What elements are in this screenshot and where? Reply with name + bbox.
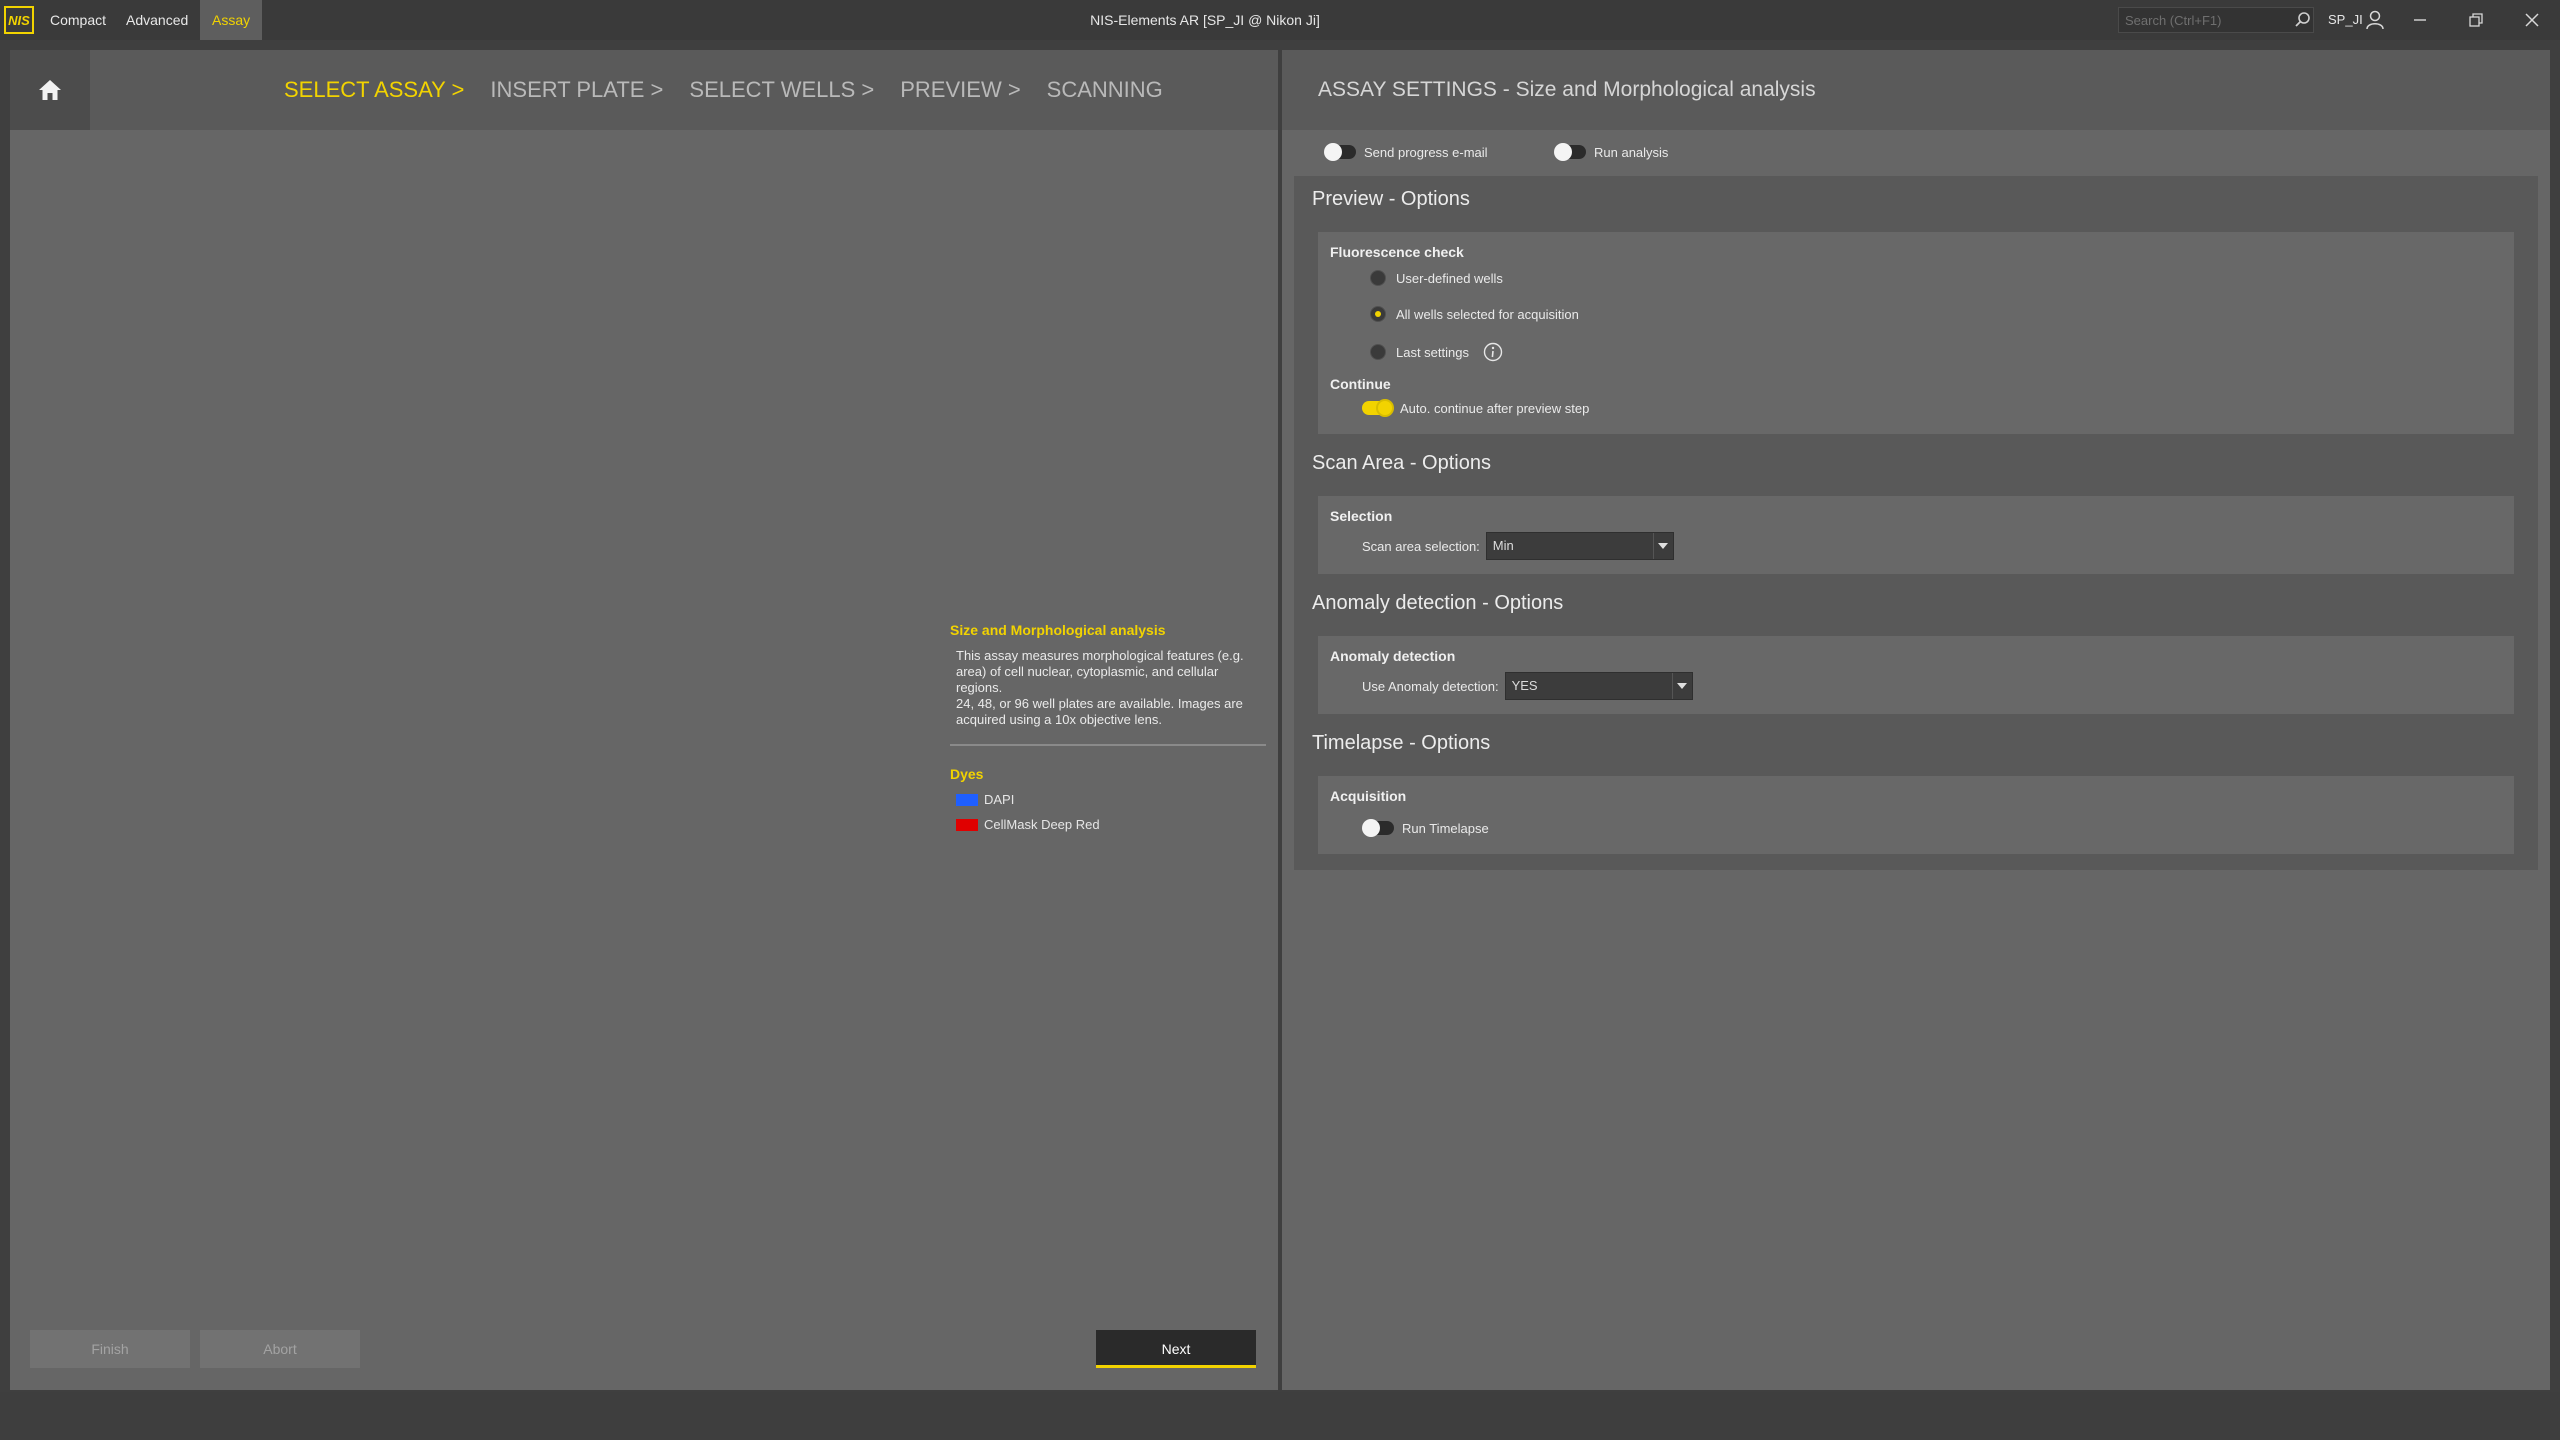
- scan-area-options-box: Selection Scan area selection: Min: [1318, 496, 2514, 574]
- dye-color-swatch: [956, 793, 978, 806]
- step-preview[interactable]: PREVIEW >: [900, 77, 1020, 103]
- scan-area-select[interactable]: Min: [1485, 532, 1674, 560]
- run-analysis-toggle[interactable]: [1554, 143, 1586, 161]
- radio-last-settings[interactable]: Last settings: [1370, 342, 1503, 362]
- dye-color-swatch: [956, 818, 978, 831]
- minimize-icon: [2414, 19, 2426, 21]
- options-container: Preview - Options Fluorescence check Use…: [1294, 176, 2538, 870]
- dyes-title: Dyes: [950, 766, 984, 782]
- dye-name: DAPI: [984, 792, 1015, 807]
- radio-button[interactable]: [1370, 306, 1386, 322]
- anomaly-select[interactable]: YES: [1504, 672, 1693, 700]
- run-analysis-label: Run analysis: [1594, 144, 1669, 160]
- run-timelapse-label: Run Timelapse: [1402, 820, 1489, 836]
- restore-button[interactable]: [2448, 0, 2504, 40]
- chevron-down-icon[interactable]: [1671, 673, 1692, 699]
- step-select-assay[interactable]: SELECT ASSAY >: [284, 77, 464, 103]
- anomaly-options-title: Anomaly detection - Options: [1312, 592, 1564, 614]
- anomaly-field: Use Anomaly detection: YES: [1362, 672, 1693, 700]
- fluorescence-check-title: Fluorescence check: [1330, 244, 1464, 260]
- preview-options-box: Fluorescence check User-defined wells Al…: [1318, 232, 2514, 434]
- scan-area-options-title: Scan Area - Options: [1312, 452, 1491, 474]
- step-select-wells[interactable]: SELECT WELLS >: [689, 77, 874, 103]
- user-name: SP_JI: [2328, 12, 2363, 27]
- abort-button[interactable]: Abort: [200, 1330, 360, 1368]
- anomaly-detection-title: Anomaly detection: [1330, 648, 1456, 664]
- title-bar: NIS Compact Advanced Assay NIS-Elements …: [0, 0, 2560, 40]
- restore-icon: [2469, 13, 2483, 27]
- continue-title: Continue: [1330, 376, 1391, 392]
- window-title: NIS-Elements AR [SP_JI @ Nikon Ji]: [1090, 12, 1320, 28]
- timelapse-options-box: Acquisition Run Timelapse: [1318, 776, 2514, 854]
- radio-label: Last settings: [1396, 344, 1469, 360]
- close-button[interactable]: [2504, 0, 2560, 40]
- anomaly-value: YES: [1511, 678, 1538, 693]
- assay-info: Size and Morphological analysis This ass…: [950, 622, 1266, 832]
- scan-area-value: Min: [1492, 538, 1514, 553]
- divider: [950, 744, 1266, 746]
- chevron-down-icon[interactable]: [1652, 533, 1673, 559]
- assay-selection-panel: SELECT ASSAY > INSERT PLATE > SELECT WEL…: [10, 50, 1278, 1390]
- step-scanning[interactable]: SCANNING: [1047, 77, 1163, 103]
- home-icon: [39, 80, 61, 100]
- radio-all-wells[interactable]: All wells selected for acquisition: [1370, 306, 1579, 322]
- acquisition-title: Acquisition: [1330, 788, 1407, 804]
- dye-item: DAPI: [950, 792, 1266, 807]
- auto-continue-toggle[interactable]: [1362, 399, 1394, 417]
- timelapse-options-title: Timelapse - Options: [1312, 732, 1491, 754]
- radio-label: User-defined wells: [1396, 270, 1503, 286]
- settings-title: ASSAY SETTINGS - Size and Morphological …: [1318, 78, 1816, 101]
- search-icon[interactable]: [2294, 11, 2312, 29]
- finish-button[interactable]: Finish: [30, 1330, 190, 1368]
- auto-continue-label: Auto. continue after preview step: [1400, 400, 1590, 416]
- dye-name: CellMask Deep Red: [984, 817, 1100, 832]
- send-email-label: Send progress e-mail: [1364, 144, 1488, 160]
- run-timelapse-toggle-row[interactable]: Run Timelapse: [1362, 816, 1489, 840]
- radio-user-defined-wells[interactable]: User-defined wells: [1370, 270, 1503, 286]
- anomaly-label: Use Anomaly detection:: [1362, 678, 1499, 694]
- step-insert-plate[interactable]: INSERT PLATE >: [490, 77, 663, 103]
- minimize-button[interactable]: [2392, 0, 2448, 40]
- close-icon: [2525, 13, 2539, 27]
- wizard-steps: SELECT ASSAY > INSERT PLATE > SELECT WEL…: [284, 50, 1189, 130]
- search-input[interactable]: Search (Ctrl+F1): [2118, 7, 2314, 33]
- send-email-toggle-row[interactable]: Send progress e-mail: [1324, 140, 1488, 164]
- next-button[interactable]: Next: [1096, 1330, 1256, 1368]
- info-icon[interactable]: [1483, 342, 1503, 362]
- auto-continue-toggle-row[interactable]: Auto. continue after preview step: [1362, 396, 1589, 420]
- home-button[interactable]: [10, 50, 90, 130]
- settings-header: ASSAY SETTINGS - Size and Morphological …: [1282, 50, 2550, 130]
- radio-button[interactable]: [1370, 344, 1386, 360]
- wizard-steps-bar: SELECT ASSAY > INSERT PLATE > SELECT WEL…: [10, 50, 1278, 130]
- send-email-toggle[interactable]: [1324, 143, 1356, 161]
- assay-settings-panel: ASSAY SETTINGS - Size and Morphological …: [1282, 50, 2550, 1390]
- preview-options-title: Preview - Options: [1312, 188, 1470, 210]
- scan-area-field: Scan area selection: Min: [1362, 532, 1674, 560]
- status-bar: [0, 1392, 2560, 1440]
- assay-description: This assay measures morphological featur…: [956, 648, 1244, 727]
- radio-button[interactable]: [1370, 270, 1386, 286]
- user-icon[interactable]: [2366, 10, 2384, 30]
- assay-name: Size and Morphological analysis: [950, 622, 1166, 638]
- dye-item: CellMask Deep Red: [950, 817, 1266, 832]
- scan-area-label: Scan area selection:: [1362, 538, 1480, 554]
- run-timelapse-toggle[interactable]: [1362, 819, 1394, 837]
- radio-label: All wells selected for acquisition: [1396, 306, 1579, 322]
- anomaly-options-box: Anomaly detection Use Anomaly detection:…: [1318, 636, 2514, 714]
- run-analysis-toggle-row[interactable]: Run analysis: [1554, 140, 1669, 164]
- selection-title: Selection: [1330, 508, 1393, 524]
